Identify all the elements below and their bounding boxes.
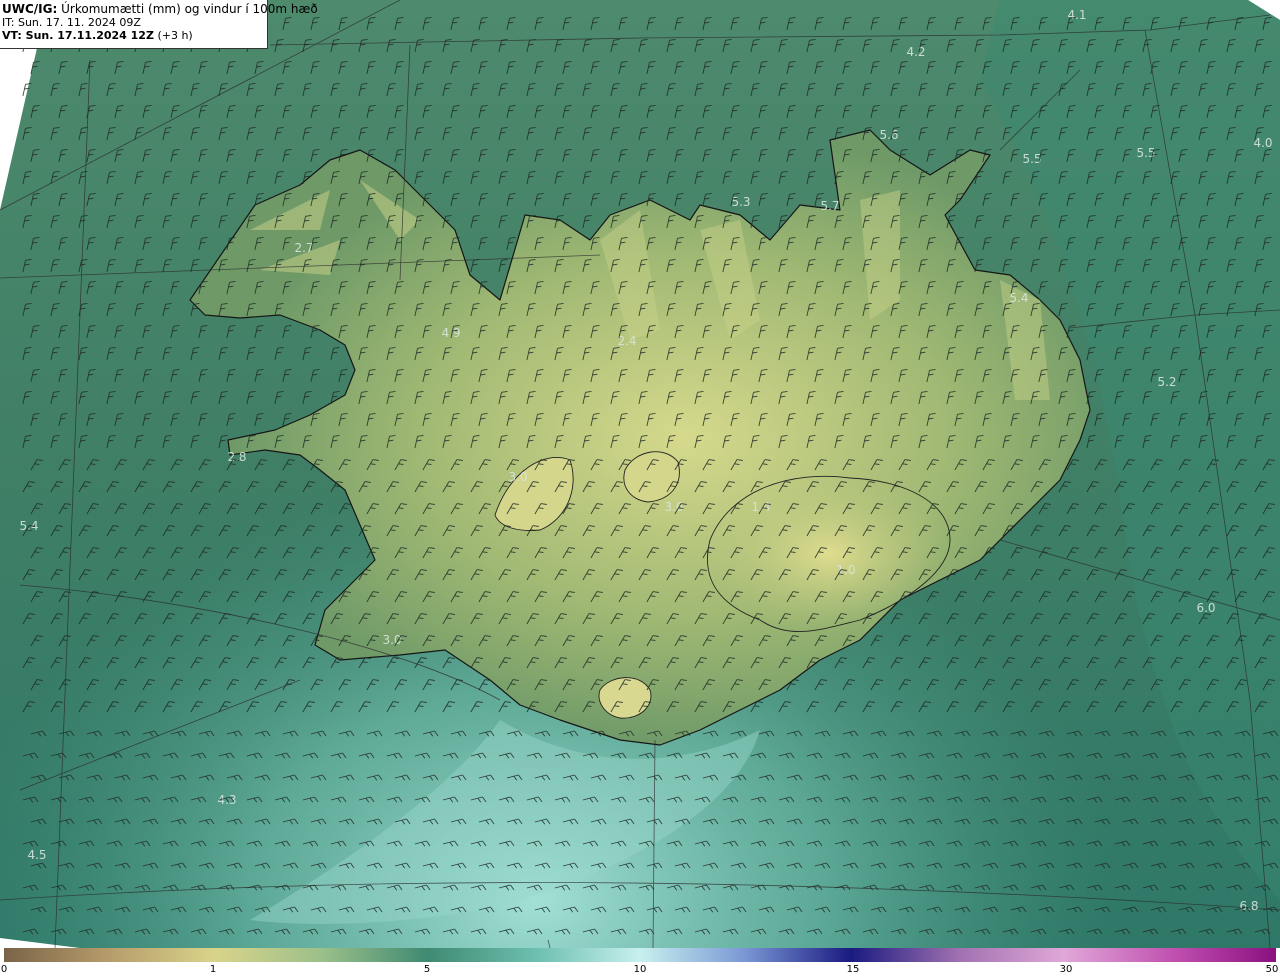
value-label: 3.6 bbox=[664, 500, 683, 514]
value-label: 5.3 bbox=[731, 195, 750, 209]
colorbar-tick-label: 15 bbox=[846, 964, 860, 975]
precipitation-colorbar: 0 1 5 10 15 30 50 bbox=[0, 948, 1280, 978]
title-line: UWC/IG: Úrkomumætti (mm) og vindur í 100… bbox=[2, 2, 318, 16]
precipitation-wind-map[interactable]: 4.1 4.2 5.6 5.5 5.5 4.0 5.3 5.7 2.7 5.4 4.9 2.4 5.2 2… bbox=[0, 0, 1280, 948]
colorbar-tick-label: 5 bbox=[423, 964, 431, 975]
vt-label: VT: Sun. 17.11.2024 12Z bbox=[2, 29, 154, 42]
vt-value: (+3 h) bbox=[157, 29, 193, 42]
it-value: Sun. 17. 11. 2024 09Z bbox=[17, 16, 141, 29]
map-title: Úrkomumætti (mm) og vindur í 100m hæð bbox=[61, 2, 318, 16]
model-name: UWC/IG: bbox=[2, 2, 58, 16]
map-info-box: UWC/IG: Úrkomumætti (mm) og vindur í 100… bbox=[0, 0, 318, 49]
value-label: 2.4 bbox=[617, 334, 636, 348]
value-label: 5.4 bbox=[1009, 291, 1028, 305]
value-label: 4.2 bbox=[906, 45, 925, 59]
colorbar-tick-label: 0 bbox=[0, 964, 8, 975]
value-label: 6.0 bbox=[1196, 601, 1215, 615]
value-label: 2.8 bbox=[227, 450, 246, 464]
value-label: 5.6 bbox=[879, 128, 898, 142]
value-label: 5.2 bbox=[1157, 375, 1176, 389]
valid-time-line: VT: Sun. 17.11.2024 12Z (+3 h) bbox=[2, 29, 267, 42]
colorbar-tick-label: 1 bbox=[209, 964, 217, 975]
colorbar-tick-label: 50 bbox=[1265, 964, 1279, 975]
value-label: 1.4 bbox=[751, 500, 770, 514]
it-label: IT: bbox=[2, 16, 15, 29]
value-label: 2.7 bbox=[294, 241, 313, 255]
value-label: 4.5 bbox=[27, 848, 46, 862]
colorbar-tick-label: 10 bbox=[633, 964, 647, 975]
initial-time-line: IT: Sun. 17. 11. 2024 09Z bbox=[2, 16, 267, 29]
value-label: 5.5 bbox=[1022, 152, 1041, 166]
colorbar-strip bbox=[4, 948, 1276, 962]
value-label: 4.1 bbox=[1067, 8, 1086, 22]
value-label: 5.7 bbox=[820, 199, 839, 213]
value-label: 4.0 bbox=[1253, 136, 1272, 150]
map-canvas: 4.14.25.65.5 5.54.05.3 5.72.75.44.92.45.22… bbox=[0, 0, 1280, 948]
value-label: 3.0 bbox=[508, 470, 527, 484]
colorbar-tick-label: 30 bbox=[1059, 964, 1073, 975]
